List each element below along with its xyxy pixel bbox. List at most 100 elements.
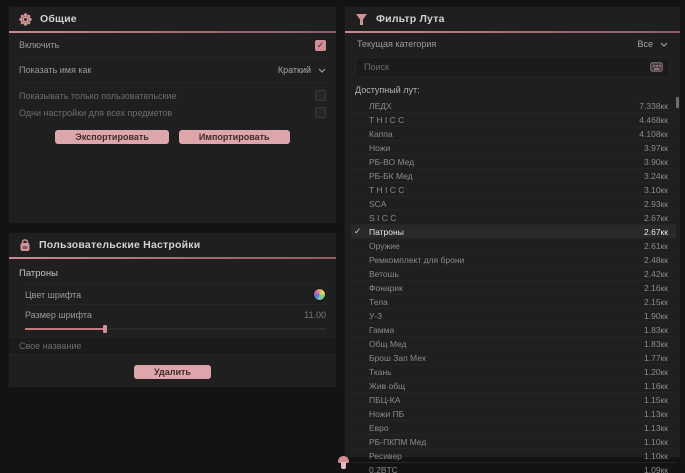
loot-list-item[interactable]: ✓ ЛЕДХ 7.338кк	[351, 99, 676, 113]
loot-list-item[interactable]: ✓ Жив общ 1.16кк	[351, 379, 676, 393]
loot-list-item[interactable]: ✓ РБ-БК Мед 3.24кк	[351, 169, 676, 183]
loot-list-item[interactable]: ✓ Фонарик 2.16кк	[351, 281, 676, 295]
panel-title-general: Общие	[40, 13, 77, 25]
search-field[interactable]	[355, 57, 670, 77]
export-button[interactable]: Экспортировать	[55, 130, 168, 144]
search-input[interactable]	[362, 61, 650, 73]
import-button[interactable]: Импортировать	[179, 130, 290, 144]
loot-item-name: Оружие	[369, 241, 400, 251]
loot-list-item[interactable]: ✓ Брош Зап Мех 1.77кк	[351, 351, 676, 365]
loot-item-name: РБ-ВО Мед	[369, 157, 414, 167]
loot-list-item[interactable]: ✓ Ножи ПБ 1.13кк	[351, 407, 676, 421]
search-options-icon[interactable]	[650, 62, 663, 72]
panel-user-settings: Пользовательские Настройки Патроны Цвет …	[8, 232, 337, 388]
enable-label: Включить	[19, 40, 59, 50]
loot-list-item[interactable]: ✓ Общ Мед 1.83кк	[351, 337, 676, 351]
same-settings-label: Одни настройки для всех предметов	[19, 108, 172, 118]
custom-name-input[interactable]	[9, 337, 336, 355]
loot-item-value: 1.77кк	[644, 353, 668, 363]
check-icon: ✓	[354, 225, 361, 238]
delete-button[interactable]: Удалить	[134, 365, 211, 379]
color-wheel-icon[interactable]	[313, 288, 326, 301]
font-size-slider[interactable]	[25, 325, 326, 333]
loot-list-item[interactable]: ✓ РБ-ВО Мед 3.90кк	[351, 155, 676, 169]
slider-thumb[interactable]	[103, 325, 107, 333]
category-dropdown[interactable]: Все	[637, 39, 668, 49]
setting-row-user-only: Показывать только пользовательские	[19, 87, 326, 104]
loot-item-value: 2.67кк	[644, 213, 668, 223]
loot-list-item[interactable]: ✓ Евро 1.13кк	[351, 421, 676, 435]
loot-item-name: Жив общ	[369, 381, 405, 391]
mushroom-icon[interactable]	[337, 456, 350, 472]
available-loot-label: Доступный лут:	[345, 79, 680, 99]
loot-list-item[interactable]: ✓ РБ-ПКПМ Мед 1.10кк	[351, 435, 676, 449]
chevron-down-icon	[318, 68, 326, 73]
loot-item-value: 4.468кк	[639, 115, 668, 125]
loot-list-item[interactable]: ✓ Патроны 2.67кк	[351, 225, 676, 239]
loot-item-value: 3.24кк	[644, 171, 668, 181]
name-display-dropdown[interactable]: Краткий	[278, 65, 326, 75]
user-only-label: Показывать только пользовательские	[19, 91, 177, 101]
loot-list-item[interactable]: ✓ SCA 2.93кк	[351, 197, 676, 211]
loot-item-name: РБ-ПКПМ Мед	[369, 437, 426, 447]
loot-item-value: 1.13кк	[644, 409, 668, 419]
loot-item-value: 1.15кк	[644, 395, 668, 405]
loot-list-item[interactable]: ✓ Оружие 2.61кк	[351, 239, 676, 253]
setting-row-name-display: Показать имя как Краткий	[19, 58, 326, 83]
user-only-checkbox[interactable]	[315, 90, 326, 101]
loot-item-value: 1.16кк	[644, 381, 668, 391]
loot-item-name: Ветошь	[369, 269, 399, 279]
loot-item-value: 2.15кк	[644, 297, 668, 307]
panel-general: Общие Включить ✓ Показать имя как Кратки…	[8, 6, 337, 224]
name-display-label: Показать имя как	[19, 65, 91, 75]
backpack-icon	[19, 239, 31, 252]
loot-list-item[interactable]: ✓ У-3 1.90кк	[351, 309, 676, 323]
loot-list-item[interactable]: ✓ Ремкомплект для брони 2.48кк	[351, 253, 676, 267]
loot-list-item[interactable]: ✓ ПБЦ-КА 1.15кк	[351, 393, 676, 407]
loot-list-item[interactable]: ✓ Тела 2.15кк	[351, 295, 676, 309]
loot-item-name: Ресивер	[369, 451, 402, 461]
current-category-row: Текущая категория Все	[345, 33, 680, 55]
loot-item-value: 1.10кк	[644, 451, 668, 461]
setting-row-same-settings: Одни настройки для всех предметов	[19, 104, 326, 121]
loot-list-item[interactable]: ✓ Ткань 1.20кк	[351, 365, 676, 379]
loot-item-name: Ткань	[369, 367, 392, 377]
loot-item-name: Фонарик	[369, 283, 403, 293]
loot-item-name: 0.2BTC	[369, 465, 398, 473]
loot-item-name: У-3	[369, 311, 382, 321]
loot-list-item[interactable]: ✓ Ветошь 2.42кк	[351, 267, 676, 281]
loot-item-name: ПБЦ-КА	[369, 395, 400, 405]
font-size-row: Размер шрифта 11.00	[25, 304, 326, 324]
selected-item-label: Патроны	[9, 259, 336, 284]
loot-list-item[interactable]: ✓ 0.2BTC 1.09кк	[351, 463, 676, 473]
scrollbar-thumb[interactable]	[676, 97, 679, 108]
loot-item-name: Ремкомплект для брони	[369, 255, 464, 265]
loot-item-value: 1.20кк	[644, 367, 668, 377]
chevron-down-icon	[660, 42, 668, 47]
loot-list-item[interactable]: ✓ Ресивер 1.10кк	[351, 449, 676, 463]
loot-list: ✓ ЛЕДХ 7.338кк ✓ T H I C C 4.468кк ✓ Кап…	[351, 99, 676, 473]
loot-list-item[interactable]: ✓ S I C C 2.67кк	[351, 211, 676, 225]
loot-item-name: Брош Зап Мех	[369, 353, 426, 363]
loot-item-value: 3.10кк	[644, 185, 668, 195]
loot-list-item[interactable]: ✓ Т Н I С С 3.10кк	[351, 183, 676, 197]
font-color-label: Цвет шрифта	[25, 290, 81, 300]
loot-item-name: Патроны	[369, 227, 404, 237]
same-settings-checkbox[interactable]	[315, 107, 326, 118]
loot-item-name: Ножи ПБ	[369, 409, 404, 419]
loot-item-name: Тела	[369, 297, 388, 307]
loot-list-item[interactable]: ✓ Ножи 3.97кк	[351, 141, 676, 155]
loot-item-value: 1.13кк	[644, 423, 668, 433]
loot-item-name: Каппа	[369, 129, 393, 139]
loot-item-name: РБ-БК Мед	[369, 171, 413, 181]
loot-item-value: 3.90кк	[644, 157, 668, 167]
loot-item-value: 1.90кк	[644, 311, 668, 321]
enable-checkbox[interactable]: ✓	[315, 40, 326, 51]
loot-list-item[interactable]: ✓ Гамма 1.83кк	[351, 323, 676, 337]
loot-list-item[interactable]: ✓ T H I C C 4.468кк	[351, 113, 676, 127]
list-scrollbar[interactable]	[676, 97, 679, 455]
slider-fill	[25, 328, 103, 330]
loot-list-item[interactable]: ✓ Каппа 4.108кк	[351, 127, 676, 141]
loot-item-name: T H I C C	[369, 115, 404, 125]
loot-item-name: Евро	[369, 423, 389, 433]
